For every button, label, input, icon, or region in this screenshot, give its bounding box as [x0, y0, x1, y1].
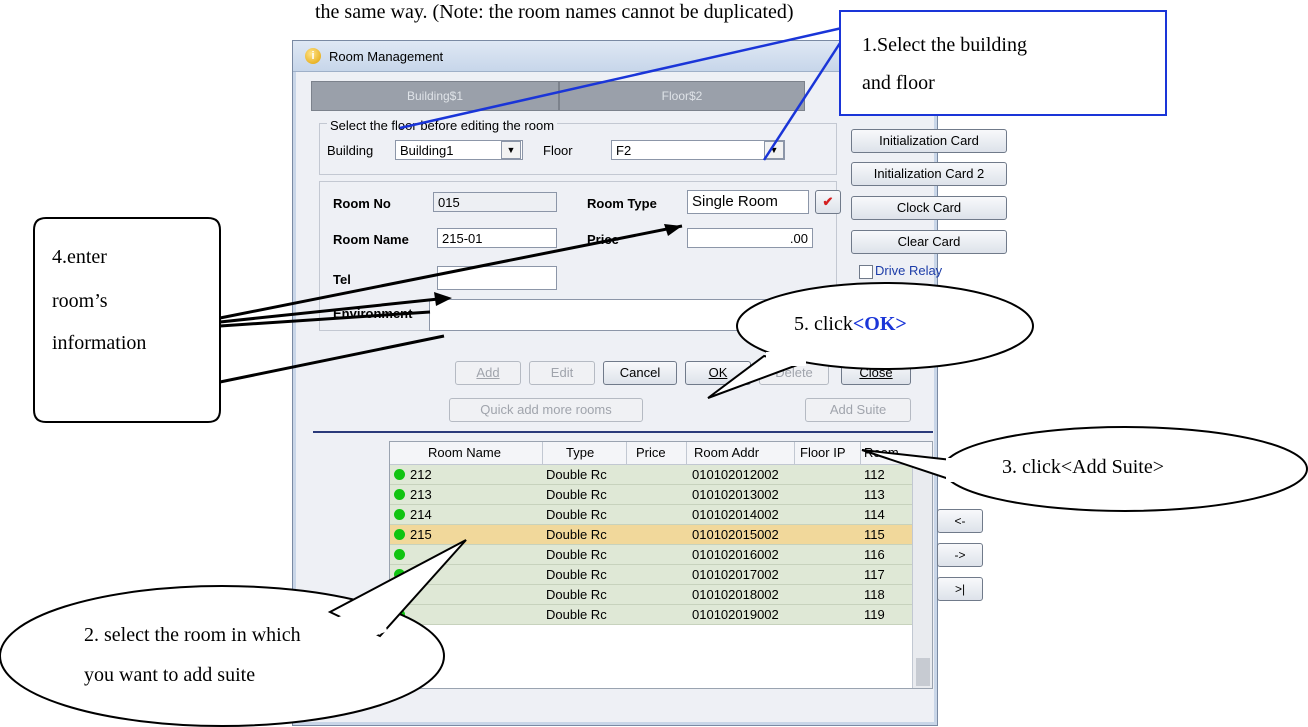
callout-1-box [839, 10, 1167, 116]
callout-2-line-1: 2. select the room in which [84, 624, 301, 646]
callout-2-line-2: you want to add suite [84, 664, 256, 686]
callout-5-prefix: 5. click [794, 313, 853, 335]
callout-3-tail [861, 449, 953, 482]
callout-1-line-2: and floor [862, 72, 935, 94]
callout-4-arrow-info [219, 334, 445, 384]
callout-5-tail-mask [766, 352, 806, 366]
callout-1-line-1: 1.Select the building [862, 34, 1027, 56]
callout-4-line-2: room’s [52, 290, 108, 312]
callout-4-arrowhead [664, 224, 682, 236]
callout-5-ok: <OK> [852, 313, 907, 335]
callout-1-pointer-floor [762, 39, 844, 161]
callout-4-line-3: information [52, 332, 147, 354]
callout-4-line-1: 4.enter [52, 246, 107, 268]
callout-5-text: 5. click<OK> [794, 313, 907, 336]
callout-3-text: 3. click<Add Suite> [1002, 456, 1164, 478]
callout-4-arrow-room-type [219, 224, 683, 320]
callout-3-tail-mask [946, 458, 960, 482]
callout-1-pointer-tab [399, 26, 843, 130]
callout-4-arrowhead [434, 292, 452, 306]
